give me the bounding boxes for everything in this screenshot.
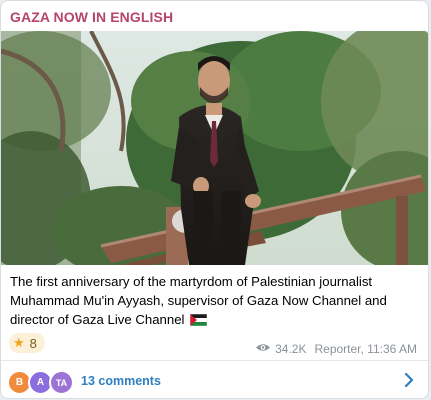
view-count: 34.2K <box>275 342 307 356</box>
commenter-avatar: TA <box>49 370 74 395</box>
post-caption: The first anniversary of the martyrdom o… <box>10 272 420 331</box>
channel-post-card: GAZA NOW IN ENGLISH The first anniversar… <box>0 0 429 399</box>
palestine-flag-icon <box>189 312 208 331</box>
post-meta: 34.2K Reporter, 11:36 AM <box>255 342 417 356</box>
eye-icon <box>255 342 271 356</box>
star-icon: ★ <box>13 335 25 350</box>
reaction-count: 8 <box>29 335 37 351</box>
author-and-time: Reporter, 11:36 AM <box>314 342 417 356</box>
post-photo[interactable] <box>1 31 428 265</box>
comments-count-link[interactable]: 13 comments <box>81 374 161 388</box>
post-photo-image <box>1 31 428 265</box>
reaction-star-button[interactable]: ★ 8 <box>9 333 45 353</box>
channel-name[interactable]: GAZA NOW IN ENGLISH <box>10 9 173 25</box>
comments-bar[interactable]: B A TA 13 comments <box>1 361 428 398</box>
chevron-right-icon[interactable] <box>404 372 414 393</box>
